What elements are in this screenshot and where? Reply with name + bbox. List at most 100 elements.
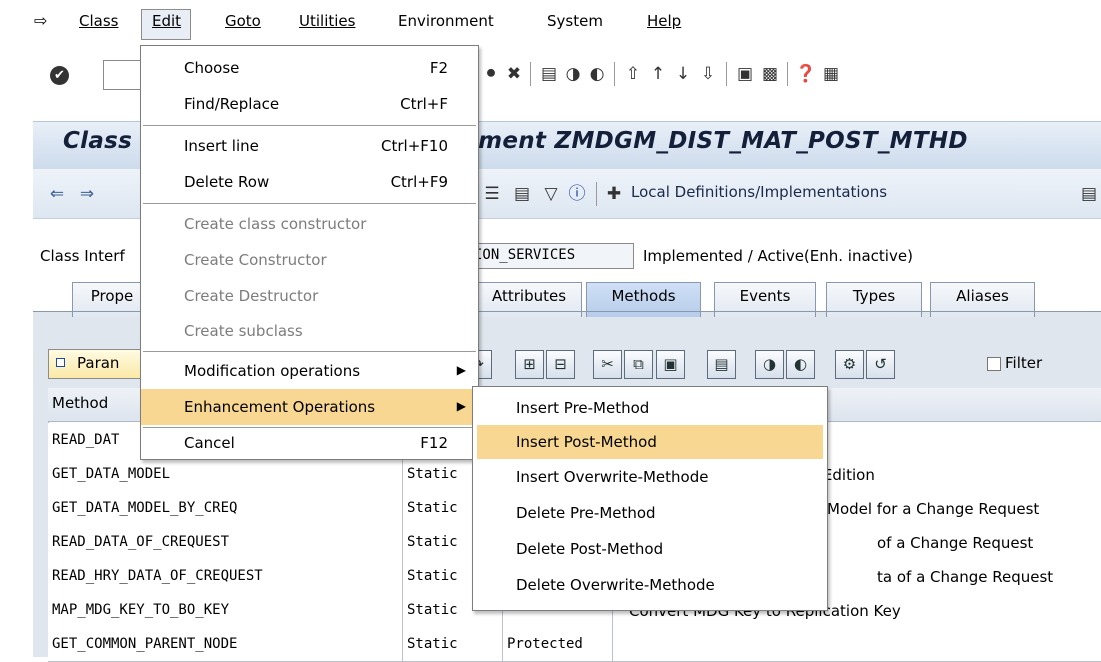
command-field[interactable] — [103, 60, 143, 90]
exit-icon[interactable]: ✖ — [503, 62, 525, 86]
shortcut-icon[interactable]: ▩ — [759, 62, 781, 86]
menu-item-label: Enhancement Operations — [184, 398, 376, 416]
menu-system-icon[interactable]: ⇨ — [34, 11, 47, 30]
menu-edit-label: Edit — [152, 12, 182, 30]
submenu-item-label: Delete Post-Method — [516, 540, 664, 558]
submenu-item-delete-overwrite-method[interactable]: Delete Overwrite-Methode — [477, 568, 823, 602]
print-icon[interactable]: ▤ — [707, 350, 736, 379]
paste-icon[interactable]: ▣ — [656, 350, 685, 379]
class-interface-field[interactable]: ION_SERVICES — [461, 243, 634, 269]
forward-arrow-icon[interactable]: ⇒ — [76, 182, 98, 206]
menu-item-delete-row[interactable]: Delete Row Ctrl+F9 — [141, 164, 478, 200]
menu-item-cancel[interactable]: Cancel F12 — [141, 425, 478, 461]
menu-item-label: Create class constructor — [184, 215, 367, 233]
toolbar-separator — [726, 62, 727, 86]
menu-item-label: Find/Replace — [184, 95, 280, 113]
copy-icon[interactable]: ⧉ — [624, 350, 653, 379]
find-icon[interactable]: ◑ — [562, 62, 584, 86]
method-name: MAP_MDG_KEY_TO_BO_KEY — [48, 593, 403, 627]
page-title-right: ement ZMDGM_DIST_MAT_POST_MTHD — [462, 128, 968, 154]
enhancement-operations-submenu: Insert Pre-Method Insert Post-Method Ins… — [472, 386, 828, 611]
submenu-arrow-icon: ▶ — [456, 363, 466, 377]
undo-icon[interactable]: ↺ — [866, 350, 895, 379]
toolbar-separator — [614, 62, 615, 86]
submenu-item-insert-post-method[interactable]: Insert Post-Method — [477, 425, 823, 459]
menu-item-label: Cancel — [184, 434, 235, 452]
menu-item-create-class-constructor[interactable]: Create class constructor — [141, 206, 478, 242]
menu-item-shortcut: Ctrl+F9 — [390, 173, 448, 191]
menu-item-find-replace[interactable]: Find/Replace Ctrl+F — [141, 86, 478, 122]
find-next-icon[interactable]: ◐ — [786, 350, 815, 379]
print-icon[interactable]: ▤ — [538, 62, 560, 86]
parameters-button-label: Paran — [77, 354, 120, 372]
column-header-method-label: Method — [52, 394, 109, 412]
menu-item-label: Create Destructor — [184, 287, 319, 305]
menu-class[interactable]: Class — [79, 12, 118, 30]
submenu-arrow-icon: ▶ — [456, 399, 466, 413]
layout-menu-icon[interactable]: ▦ — [820, 62, 842, 86]
menu-item-label: Modification operations — [184, 362, 361, 380]
more-icon[interactable]: ▤ — [1078, 182, 1100, 206]
tab-types-label: Types — [852, 287, 896, 305]
help-icon[interactable]: ❓ — [795, 62, 817, 86]
first-page-icon[interactable]: ⇧ — [622, 62, 644, 86]
settings-icon[interactable]: ⚙ — [835, 350, 864, 379]
submenu-item-insert-overwrite-method[interactable]: Insert Overwrite-Methode — [477, 460, 823, 494]
menu-item-label: Insert line — [184, 137, 259, 155]
menu-utilities[interactable]: Utilities — [299, 12, 355, 30]
submenu-item-delete-pre-method[interactable]: Delete Pre-Method — [477, 496, 823, 530]
delete-row-icon[interactable]: ⊟ — [546, 350, 575, 379]
new-session-icon[interactable]: ▣ — [734, 62, 756, 86]
insert-row-icon[interactable]: ⊞ — [515, 350, 544, 379]
submenu-item-delete-post-method[interactable]: Delete Post-Method — [477, 532, 823, 566]
menu-system[interactable]: System — [547, 12, 603, 30]
menu-help[interactable]: Help — [647, 12, 681, 30]
local-definitions-label: Local Definitions/Implementations — [631, 183, 888, 201]
tab-properties-label: Prope — [90, 287, 134, 305]
parameters-icon — [56, 358, 65, 367]
menu-separator — [143, 203, 476, 204]
hierarchy-icon[interactable]: ☰ — [481, 182, 503, 206]
menu-edit[interactable]: Edit — [141, 9, 192, 40]
enter-check-icon[interactable]: ✔ — [50, 66, 69, 85]
menu-goto[interactable]: Goto — [225, 12, 261, 30]
menu-item-label: Create subclass — [184, 322, 303, 340]
method-name: GET_DATA_MODEL — [48, 457, 403, 491]
filter-checkbox[interactable] — [987, 357, 1001, 371]
menu-item-label: Choose — [184, 59, 240, 77]
menu-environment[interactable]: Environment — [398, 12, 494, 30]
submenu-item-label: Delete Overwrite-Methode — [516, 576, 715, 594]
class-status-text: Implemented / Active(Enh. inactive) — [643, 247, 913, 265]
next-page-icon[interactable]: ↓ — [672, 62, 694, 86]
cut-icon[interactable]: ✂ — [593, 350, 622, 379]
method-name: GET_COMMON_PARENT_NODE — [48, 627, 403, 661]
submenu-item-label: Delete Pre-Method — [516, 504, 656, 522]
previous-page-icon[interactable]: ↑ — [647, 62, 669, 86]
menu-item-create-constructor[interactable]: Create Constructor — [141, 242, 478, 278]
info-icon[interactable]: ⓘ — [566, 182, 588, 206]
menu-item-choose[interactable]: Choose F2 — [141, 50, 478, 86]
menu-item-insert-line[interactable]: Insert line Ctrl+F10 — [141, 128, 478, 164]
submenu-item-label: Insert Overwrite-Methode — [516, 468, 709, 486]
filter-icon[interactable]: ▽ — [540, 182, 562, 206]
menu-item-modification-operations[interactable]: Modification operations ▶ — [141, 353, 478, 389]
method-name: READ_DATA_OF_CREQUEST — [48, 525, 403, 559]
toolbar-separator — [596, 182, 597, 206]
back-arrow-icon[interactable]: ⇐ — [46, 182, 68, 206]
menu-item-label: Delete Row — [184, 173, 270, 191]
toolbar-separator — [787, 62, 788, 86]
menu-item-create-subclass[interactable]: Create subclass — [141, 313, 478, 349]
menu-separator — [143, 125, 476, 126]
menu-item-create-destructor[interactable]: Create Destructor — [141, 278, 478, 314]
menu-item-shortcut: F12 — [420, 434, 448, 452]
submenu-item-insert-pre-method[interactable]: Insert Pre-Method — [477, 391, 823, 425]
menu-bar: ⇨ Class Edit Goto Utilities Environment … — [0, 0, 1101, 40]
method-name: READ_HRY_DATA_OF_CREQUEST — [48, 559, 403, 593]
find-next-icon[interactable]: ◐ — [586, 62, 608, 86]
cancel-icon[interactable]: ⚫ — [480, 62, 502, 86]
menu-item-enhancement-operations[interactable]: Enhancement Operations ▶ — [141, 389, 478, 425]
find-icon[interactable]: ◑ — [755, 350, 784, 379]
last-page-icon[interactable]: ⇩ — [697, 62, 719, 86]
list-icon[interactable]: ▤ — [511, 182, 533, 206]
local-definitions-button[interactable]: Local Definitions/Implementations — [605, 183, 887, 201]
